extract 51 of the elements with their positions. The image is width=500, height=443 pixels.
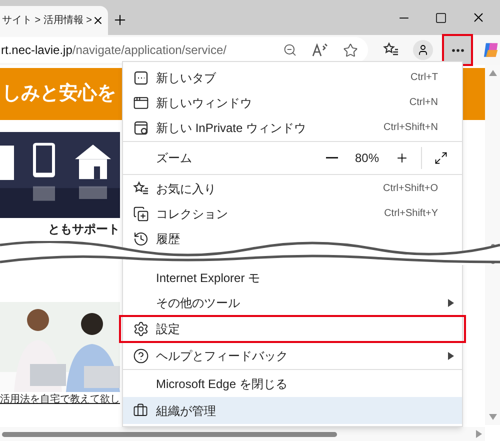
menu-item[interactable]: ヘルプとフィードバック (123, 343, 462, 368)
menu-item[interactable]: その他のツール (123, 290, 462, 315)
shortcut-label: Ctrl+N (409, 96, 438, 110)
read-aloud-icon[interactable] (312, 43, 328, 57)
private-window-icon (133, 120, 149, 136)
profile-button[interactable] (412, 40, 433, 60)
collection-icon (133, 206, 149, 222)
menu-item[interactable]: 設定 (119, 315, 466, 343)
menu-item[interactable]: Internet Explorer モ (123, 265, 462, 290)
help-icon (133, 348, 149, 364)
more-icon (452, 48, 464, 52)
zoom-level: 80% (354, 150, 379, 167)
browser-tab[interactable]: サイト > 活用情報 > (0, 6, 108, 35)
vertical-scrollbar[interactable] (485, 65, 500, 425)
person-icon (416, 44, 429, 56)
managed-by-organization-item[interactable]: 組織が管理 (123, 397, 462, 424)
menu-item[interactable]: コレクション Ctrl+Shift+Y (123, 201, 462, 226)
url-text: rt.nec-lavie.jp/navigate/application/service/ (1, 42, 228, 59)
plus-icon (395, 151, 409, 165)
briefcase-icon (133, 403, 148, 418)
shortcut-label: Ctrl+Shift+Y (384, 207, 438, 221)
menu-item[interactable]: 新しいタブ Ctrl+T (123, 65, 462, 90)
maximize-icon[interactable] (435, 12, 447, 24)
shortcut-label: Ctrl+Shift+N (384, 121, 438, 135)
window-icon (133, 94, 149, 110)
expand-icon (434, 151, 448, 165)
scroll-up-icon[interactable] (488, 70, 496, 76)
menu-item[interactable]: 履歴 (123, 226, 462, 251)
shortcut-label: Ctrl+T (410, 71, 438, 85)
menu-item[interactable]: 新しいウィンドウ Ctrl+N (123, 90, 462, 115)
scroll-down-icon[interactable] (488, 414, 496, 420)
copilot-icon[interactable] (482, 41, 500, 59)
favorites-icon[interactable] (382, 42, 399, 58)
new-tab-icon[interactable] (112, 12, 128, 28)
section-heading: ともサポート (47, 221, 120, 238)
shortcut-label: Ctrl+Shift+O (382, 182, 438, 196)
favorite-star-icon[interactable] (342, 42, 358, 58)
address-field[interactable]: rt.nec-lavie.jp/navigate/application/service/ (0, 37, 368, 63)
article-link[interactable]: 活用法を自宅で教えて欲し (0, 392, 120, 407)
zoom-out-icon[interactable] (282, 43, 297, 57)
settings-icon (133, 321, 149, 337)
menu-item[interactable]: お気に入り Ctrl+Shift+O (123, 176, 462, 201)
menu-item[interactable]: Microsoft Edge を閉じる (123, 371, 462, 396)
horizontal-scrollbar[interactable] (0, 427, 485, 441)
scroll-right-icon[interactable] (476, 430, 482, 438)
star-list-icon (133, 180, 149, 196)
zoom-label: ズーム (156, 150, 192, 167)
minus-icon (326, 157, 338, 159)
tab-icon (133, 70, 149, 86)
close-tab-icon[interactable] (92, 14, 104, 27)
history-icon (133, 230, 149, 246)
